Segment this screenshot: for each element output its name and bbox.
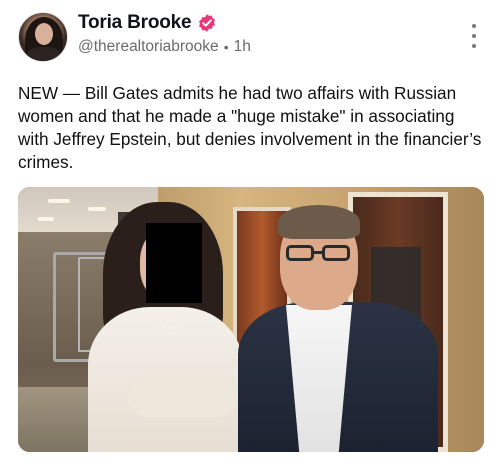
post-timestamp[interactable]: 1h <box>234 38 251 56</box>
glasses-icon <box>286 245 352 261</box>
social-post: Toria Brooke @therealtoriabrooke • 1h NE… <box>0 0 500 469</box>
face-censor-block <box>146 223 202 303</box>
image-ceiling-light <box>38 217 54 221</box>
author-handle[interactable]: @therealtoriabrooke <box>78 38 219 56</box>
glasses-lens <box>322 245 350 261</box>
image-ceiling-light <box>48 199 70 203</box>
image-ceiling-light <box>88 207 106 211</box>
meta-separator: • <box>223 39 229 55</box>
glasses-lens <box>286 245 314 261</box>
author-display-name[interactable]: Toria Brooke <box>78 12 192 34</box>
avatar[interactable] <box>18 12 68 62</box>
more-dot <box>472 24 476 28</box>
more-dot <box>472 34 476 38</box>
author-name-row: Toria Brooke <box>78 12 217 34</box>
more-dot <box>472 44 476 48</box>
image-person-hair <box>278 205 360 239</box>
author-meta-row: @therealtoriabrooke • 1h <box>78 38 251 56</box>
more-vertical-icon[interactable] <box>470 24 478 48</box>
verified-badge-icon <box>199 14 216 32</box>
avatar-face <box>35 23 53 45</box>
post-image[interactable] <box>18 187 484 452</box>
image-necklace <box>156 315 186 329</box>
avatar-body <box>27 47 61 61</box>
post-text: NEW — Bill Gates admits he had two affai… <box>18 83 482 172</box>
image-person-arm <box>128 377 238 417</box>
